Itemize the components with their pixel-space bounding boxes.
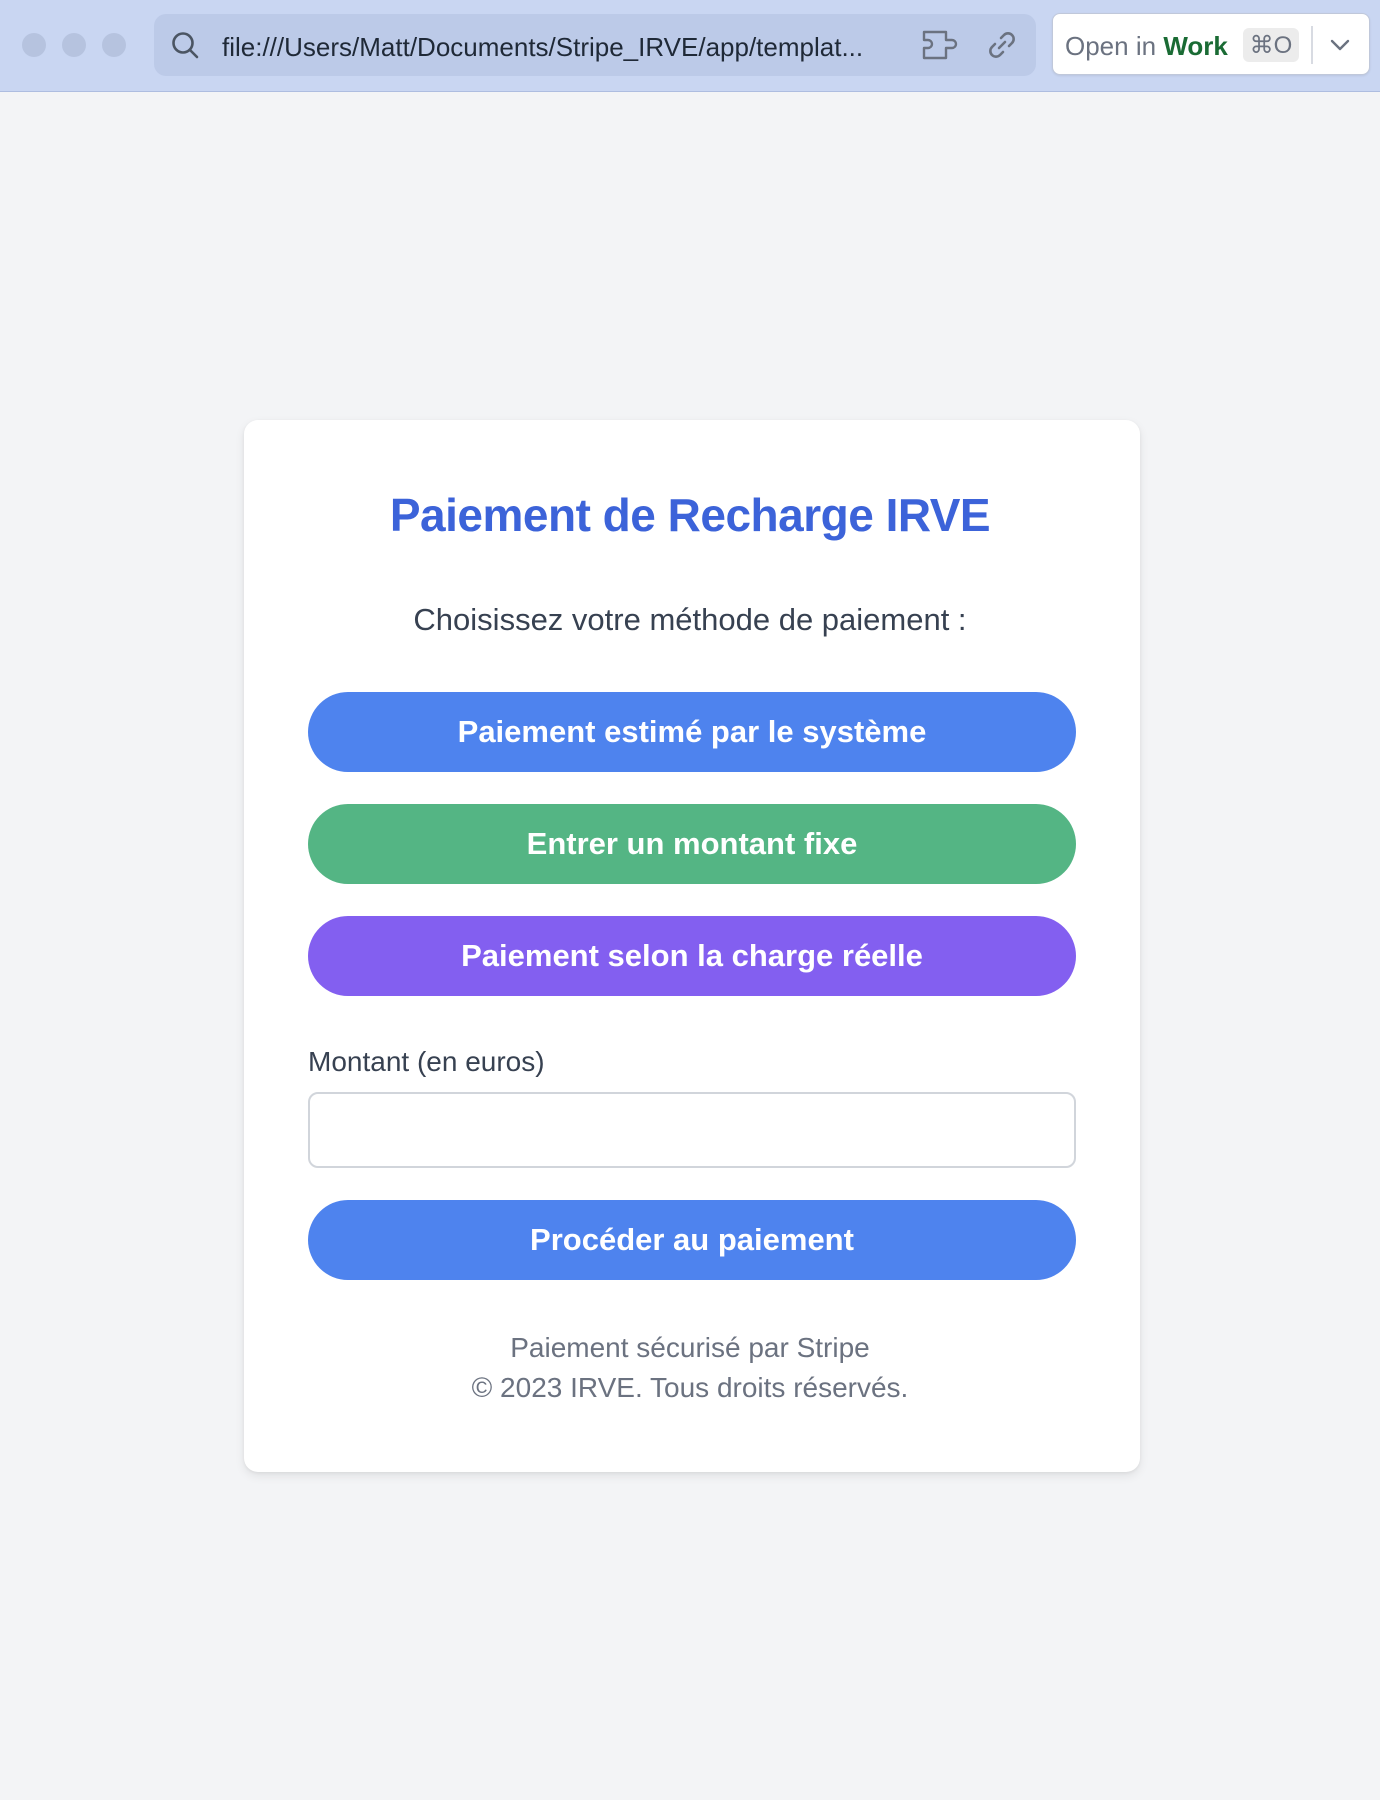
estimated-payment-button[interactable]: Paiement estimé par le système xyxy=(308,692,1076,772)
actual-charge-payment-button[interactable]: Paiement selon la charge réelle xyxy=(308,916,1076,996)
open-in-brand: Work xyxy=(1163,31,1228,61)
close-window-button[interactable] xyxy=(22,33,46,57)
copyright-notice: © 2023 IRVE. Tous droits réservés. xyxy=(471,1372,909,1403)
link-icon[interactable] xyxy=(986,29,1018,61)
payment-method-prompt: Choisissez votre méthode de paiement : xyxy=(413,602,967,637)
page-title: Paiement de Recharge IRVE xyxy=(389,489,991,541)
browser-window: file:///Users/Matt/Documents/Stripe_IRVE… xyxy=(0,0,1380,1800)
chevron-down-icon[interactable] xyxy=(1329,36,1351,54)
open-in-work-button[interactable]: Open in Work ⌘O xyxy=(1052,13,1370,75)
amount-input[interactable] xyxy=(308,1092,1076,1168)
open-in-prefix: Open in xyxy=(1065,31,1157,61)
button-divider xyxy=(1311,26,1313,64)
address-bar[interactable]: file:///Users/Matt/Documents/Stripe_IRVE… xyxy=(154,14,1036,76)
open-in-work-label: Open in Work xyxy=(1065,31,1228,62)
minimize-window-button[interactable] xyxy=(62,33,86,57)
search-icon xyxy=(172,32,199,59)
window-controls xyxy=(22,33,126,57)
proceed-payment-button[interactable]: Procéder au paiement xyxy=(308,1200,1076,1280)
keyboard-shortcut-badge: ⌘O xyxy=(1243,28,1299,62)
amount-label: Montant (en euros) xyxy=(308,1046,545,1077)
fixed-amount-button[interactable]: Entrer un montant fixe xyxy=(308,804,1076,884)
browser-toolbar: file:///Users/Matt/Documents/Stripe_IRVE… xyxy=(0,0,1380,92)
extension-icon[interactable] xyxy=(920,28,964,62)
secure-payment-note: Paiement sécurisé par Stripe xyxy=(510,1332,870,1363)
zoom-window-button[interactable] xyxy=(102,33,126,57)
